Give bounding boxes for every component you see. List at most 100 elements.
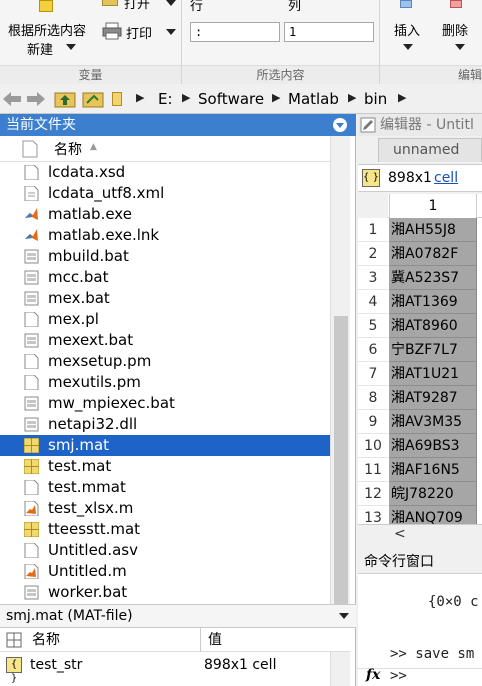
breadcrumb-drive[interactable]: E: (158, 90, 173, 108)
file-list-item[interactable]: matlab.exe.lnk (0, 225, 330, 246)
back-arrow-icon[interactable] (2, 91, 22, 107)
grid-row-index[interactable]: 6 (358, 338, 388, 362)
file-list-item[interactable]: mex.pl (0, 309, 330, 330)
up-folder-icon[interactable] (54, 89, 76, 109)
file-list-item[interactable]: mexutils.pm (0, 372, 330, 393)
address-bar: ▶ E: ▶ Software ▶ Matlab ▶ bin ▶ (0, 84, 482, 114)
file-list-item[interactable]: test.mmat (0, 477, 330, 498)
file-list-item[interactable]: smj.mat (0, 435, 330, 456)
grid-row-index[interactable]: 1 (358, 218, 388, 242)
file-list-item[interactable]: test.mat (0, 456, 330, 477)
new-variable-icon (39, 0, 53, 12)
grid-row-index[interactable]: 7 (358, 362, 388, 386)
grid-cell[interactable]: 湘A69BS3 (389, 434, 477, 458)
grid-cell[interactable]: 湘AF16N5 (389, 458, 477, 482)
command-prompt[interactable]: >> (390, 668, 407, 684)
chevron-down-icon[interactable] (403, 44, 413, 50)
batch-file-icon (24, 249, 39, 264)
selection-section: 行 列 : 1 所选内容 (182, 0, 380, 84)
file-list-item[interactable]: mcc.bat (0, 267, 330, 288)
grid-row-index[interactable]: 10 (358, 434, 388, 458)
fx-icon[interactable]: fx (366, 667, 380, 683)
file-name: lcdata_utf8.xml (48, 184, 165, 202)
new-from-selection-button[interactable]: 根据所选内容 新建 (0, 0, 95, 64)
file-list-item[interactable]: mexsetup.pm (0, 351, 330, 372)
grid-row-index[interactable]: 3 (358, 266, 388, 290)
chevron-down-icon[interactable] (66, 44, 76, 50)
chevron-down-icon[interactable] (166, 29, 176, 35)
current-folder-header: 当前文件夹 (0, 114, 356, 136)
file-list-item[interactable]: worker.bat (0, 582, 330, 603)
forward-arrow-icon[interactable] (26, 91, 46, 107)
chevron-down-icon[interactable] (338, 611, 350, 621)
sort-ascending-icon[interactable]: ▲ (90, 142, 97, 152)
file-list-item[interactable]: matlab.exe (0, 204, 330, 225)
grid-cell[interactable]: 宁BZF7L7 (389, 338, 477, 362)
tab-unnamed[interactable]: unnamed (378, 138, 482, 162)
file-list-item[interactable]: mexext.bat (0, 330, 330, 351)
file-list-item[interactable]: lcdata_utf8.xml (0, 183, 330, 204)
grid-cell[interactable]: 冀A523S7 (389, 266, 477, 290)
breadcrumb-software[interactable]: Software (198, 90, 264, 108)
grid-row: 11 湘AF16N5 (358, 458, 482, 482)
col-selection-input[interactable]: 1 (284, 22, 374, 42)
grid-cell[interactable]: 湘A0782F (389, 242, 477, 266)
print-button[interactable]: 打印 (100, 20, 180, 44)
grid-cell[interactable]: 湘ANQ709 (389, 506, 477, 524)
browse-folder-icon[interactable] (82, 89, 104, 109)
grid-row-index[interactable]: 2 (358, 242, 388, 266)
grid-cell[interactable]: 湘AT1U21 (389, 362, 477, 386)
grid-cell[interactable]: 湘AT8960 (389, 314, 477, 338)
grid-cell[interactable]: 湘AH55J8 (389, 218, 477, 242)
grid-row-index[interactable]: 11 (358, 458, 388, 482)
grid-row-index[interactable]: 9 (358, 410, 388, 434)
file-list-item[interactable]: mex.bat (0, 288, 330, 309)
variable-info-bar: { } 898x1 cell (358, 164, 482, 192)
workspace-row[interactable]: { } test_str 898x1 cell (0, 654, 350, 684)
name-column-header[interactable]: 名称 (54, 139, 82, 159)
workspace-name-header[interactable]: 名称 (32, 629, 60, 649)
cell-array-icon: { } (6, 657, 22, 684)
breadcrumb-separator-icon[interactable]: ▶ (398, 91, 406, 104)
scrollbar-thumb[interactable] (334, 316, 348, 616)
panel-menu-icon[interactable] (332, 117, 348, 133)
file-list-item[interactable]: netapi32.dll (0, 414, 330, 435)
variable-section-title: 变量 (0, 65, 181, 84)
grid-column-header-row: 1 (358, 194, 482, 218)
grid-cell[interactable]: 皖J78220 (389, 482, 477, 506)
chevron-down-icon[interactable] (166, 0, 176, 6)
grid-row: 12 皖J78220 (358, 482, 482, 506)
command-input-row[interactable]: fx >> (358, 667, 482, 686)
grid-cell[interactable]: 湘AT9287 (389, 386, 477, 410)
breadcrumb-separator-icon: ▶ (348, 91, 357, 104)
variable-class-link[interactable]: cell (434, 165, 458, 191)
scroll-left-icon[interactable]: < (394, 526, 406, 542)
grid-row-index[interactable]: 8 (358, 386, 388, 410)
grid-column-header[interactable]: 1 (389, 194, 477, 218)
file-list-item[interactable]: test_xlsx.m (0, 498, 330, 519)
horizontal-scrollbar[interactable]: < (358, 524, 482, 544)
grid-cell[interactable]: 湘AV3M35 (389, 410, 477, 434)
grid-row: 8 湘AT9287 (358, 386, 482, 410)
grid-cell[interactable]: 湘AT1369 (389, 290, 477, 314)
grid-row-index[interactable]: 13 (358, 506, 388, 524)
file-list-item[interactable]: tteesstt.mat (0, 519, 330, 540)
file-list-item[interactable]: lcdata.xsd (0, 162, 330, 183)
file-list-item[interactable]: Untitled.asv (0, 540, 330, 561)
row-selection-input[interactable]: : (190, 22, 280, 42)
chevron-down-icon[interactable] (455, 44, 465, 50)
grid-row-index[interactable]: 4 (358, 290, 388, 314)
file-name: tteesstt.mat (48, 520, 141, 538)
file-list-item[interactable]: mw_mpiexec.bat (0, 393, 330, 414)
delete-button[interactable]: 删除 (434, 0, 480, 64)
grid-row-index[interactable]: 5 (358, 314, 388, 338)
breadcrumb-matlab[interactable]: Matlab (288, 90, 339, 108)
open-button[interactable]: 打开 (100, 0, 180, 14)
workspace-value-header[interactable]: 值 (208, 629, 222, 649)
grid-row-index[interactable]: 12 (358, 482, 388, 506)
breadcrumb-bin[interactable]: bin (364, 90, 387, 108)
file-list-item[interactable]: Untitled.m (0, 561, 330, 582)
insert-button[interactable]: 插入 (384, 0, 430, 64)
file-list-item[interactable]: mbuild.bat (0, 246, 330, 267)
variable-editor-panel: 编辑器 - Untitl unnamed { } 898x1 cell 1 1湘… (358, 114, 482, 546)
